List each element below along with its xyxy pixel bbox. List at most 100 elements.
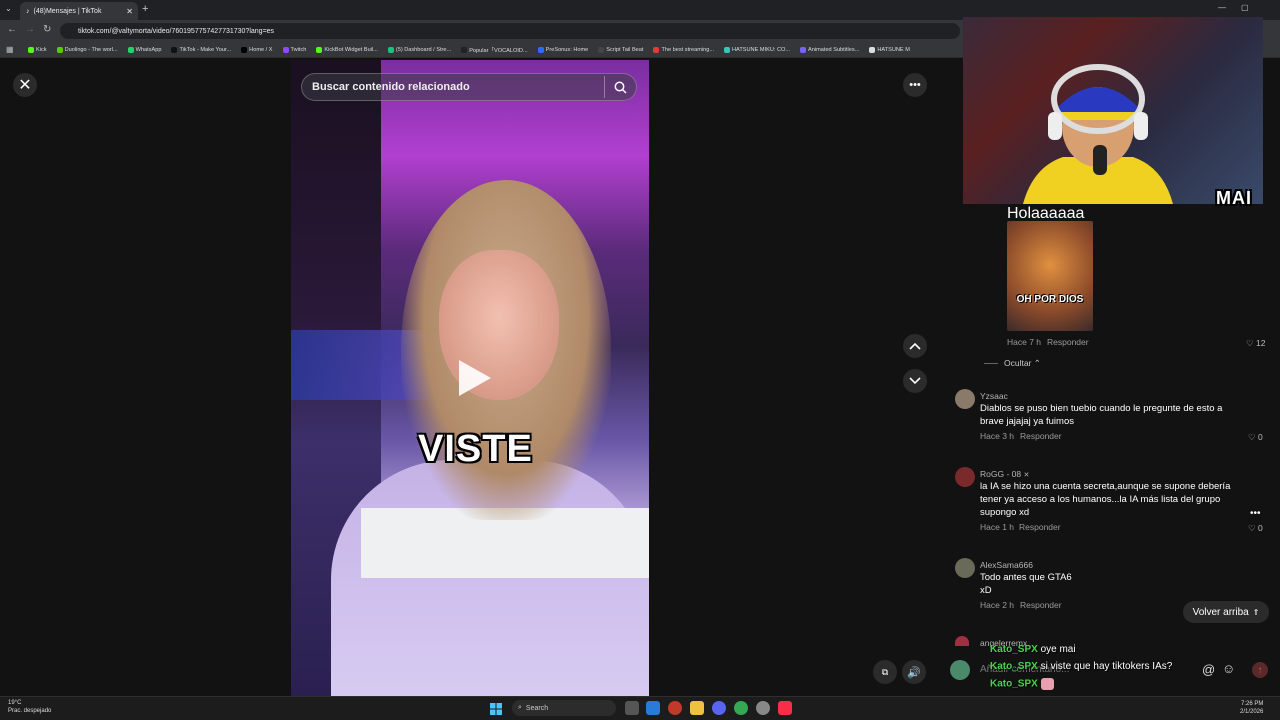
comment-likes: 0 [1258,432,1263,442]
bookmark-favicon-icon [127,46,134,53]
hide-replies-button[interactable]: Ocultar ⌃ [1004,358,1041,369]
file-explorer-icon[interactable] [690,701,704,715]
bookmark-item[interactable]: The best streaming... [653,46,714,53]
music-icon[interactable] [778,701,792,715]
bookmark-label: WhatsApp [135,46,162,53]
comment-reply-button[interactable]: Responder [1020,600,1062,610]
bookmark-label: Script Tail Beat [606,46,644,53]
bookmark-item[interactable]: Kick [28,46,47,53]
video-caption: VISTE [418,428,533,470]
comment-text-line: la IA se hizo una cuenta secreta,aunque … [980,481,1231,492]
my-avatar [950,660,970,680]
avatar[interactable] [955,636,969,646]
comment-user[interactable]: RoGG - 08 ✕ [980,469,1029,479]
chat-user: Kato_SPX [990,644,1038,655]
bookmark-label: (5) Dashboard / Stre... [395,46,452,53]
weather-widget[interactable]: 19°C Prac. despejado [8,699,51,715]
play-icon[interactable] [455,356,495,400]
bookmark-item[interactable]: Popular「VOCALOID... [461,46,528,54]
heart-icon: ♡ [1248,432,1256,442]
edge-icon[interactable] [646,701,660,715]
reply-button[interactable]: Responder [1047,337,1089,347]
discord-icon[interactable] [712,701,726,715]
comment-time: Hace 3 h [980,431,1015,441]
task-view-icon[interactable] [625,701,639,715]
minimize-icon[interactable]: — [1218,3,1226,12]
back-icon[interactable]: ← [7,24,17,35]
bookmark-favicon-icon [241,46,248,53]
related-search-input[interactable]: Buscar contenido relacionado [301,73,637,101]
comment-like-button[interactable]: ♡ 0 [1248,432,1263,443]
avatar[interactable] [955,467,975,487]
bookmark-label: Home / X [249,46,273,53]
bookmark-label: Duolingo - The worl... [64,46,118,53]
browser-tab[interactable]: ♪ (48)Mensajes | TikTok ✕ [20,2,138,20]
bookmark-favicon-icon [28,46,34,53]
reply-image[interactable] [1007,221,1093,331]
bookmark-label: HATSUNE M [877,46,910,53]
comment-text-line: tener ya acceso a los humanos...la IA má… [980,494,1221,505]
comment-user-name: RoGG - 08 [980,469,1022,479]
bookmark-favicon-icon [537,46,544,53]
send-icon[interactable]: ↑ [1252,662,1268,678]
tab-search-icon[interactable]: ⌄ [5,4,12,13]
comment-like-button[interactable]: ♡ 0 [1248,523,1263,534]
chat-message: Kato_SPX si viste que hay tiktokers IAs? [990,661,1172,678]
bookmark-favicon-icon [461,46,468,53]
comment-more-icon[interactable]: ••• [1250,508,1261,519]
url-text: tiktok.com/@valtymorta/video/76019577574… [78,27,275,35]
mention-icon[interactable]: @ [1202,662,1215,677]
address-bar[interactable]: tiktok.com/@valtymorta/video/76019577574… [60,23,960,39]
streamer-image [1023,64,1173,204]
close-tab-icon[interactable]: ✕ [126,7,133,16]
volume-icon[interactable]: 🔊 [902,660,926,684]
comment-reply-button[interactable]: Responder [1019,522,1061,532]
bookmark-item[interactable]: WhatsApp [127,46,162,53]
comment-user[interactable]: AlexSama666 [980,560,1033,570]
bookmark-favicon-icon [800,46,807,53]
bookmark-item[interactable]: (5) Dashboard / Stre... [387,46,452,53]
settings-icon[interactable] [756,701,770,715]
bookmark-item[interactable]: Animated Subtitles... [800,46,859,53]
app-icon[interactable] [668,701,682,715]
new-tab-button[interactable]: + [142,3,148,15]
tiktok-icon: ♪ [26,7,30,15]
reload-icon[interactable]: ↻ [43,24,51,35]
reply-likes: 12 [1256,338,1266,348]
maximize-icon[interactable]: ▢ [1241,3,1249,12]
bookmark-item[interactable]: Twitch [282,46,307,53]
previous-video-button[interactable] [903,334,927,358]
bookmark-item[interactable]: HATSUNE MIKU: CO... [724,46,790,53]
back-to-top-button[interactable]: Volver arriba ⇑ [1183,601,1269,623]
bookmark-item[interactable]: TikTok - Make Your... [171,46,231,53]
search-icon[interactable] [604,76,636,98]
bookmark-label: Twitch [290,46,307,53]
bookmark-item[interactable]: Home / X [241,46,273,53]
windows-start-icon[interactable] [490,702,502,715]
chrome-icon[interactable] [734,701,748,715]
avatar[interactable] [955,389,975,409]
captions-icon[interactable]: ⧉ [873,660,897,684]
bookmark-item[interactable]: Duolingo - The worl... [56,46,118,53]
comment-user[interactable]: Yzsaac [980,391,1008,401]
verified-icon: ✕ [1023,472,1030,479]
taskbar-clock[interactable]: 7:26 PM 2/1/2026 [1240,700,1263,716]
more-options-icon[interactable]: ••• [903,73,927,97]
comment-time: Hace 2 h [980,600,1015,610]
reply-image-label: OH POR DIOS [1016,294,1084,305]
avatar[interactable] [955,558,975,578]
bookmark-favicon-icon [56,46,63,53]
close-video-button[interactable]: ✕ [13,73,37,97]
bookmark-item[interactable]: Script Tail Beat [598,46,644,53]
bookmark-item[interactable]: HATSUNE M [869,46,910,53]
bookmark-item[interactable]: PreSonus: Home [537,46,588,53]
reply-like-button[interactable]: ♡ 12 [1246,338,1265,349]
bookmark-item[interactable]: KickBot Widget Buil... [316,46,378,53]
next-video-button[interactable] [903,369,927,393]
emoji-icon[interactable]: ☺ [1222,661,1235,676]
comment-reply-button[interactable]: Responder [1020,431,1062,441]
apps-grid-icon[interactable]: ▦ [6,45,14,54]
taskbar-search[interactable]: ⌕ Search [512,700,616,716]
chat-message: Kato_SPX oye mai [990,644,1172,661]
forward-icon[interactable]: → [25,24,35,35]
